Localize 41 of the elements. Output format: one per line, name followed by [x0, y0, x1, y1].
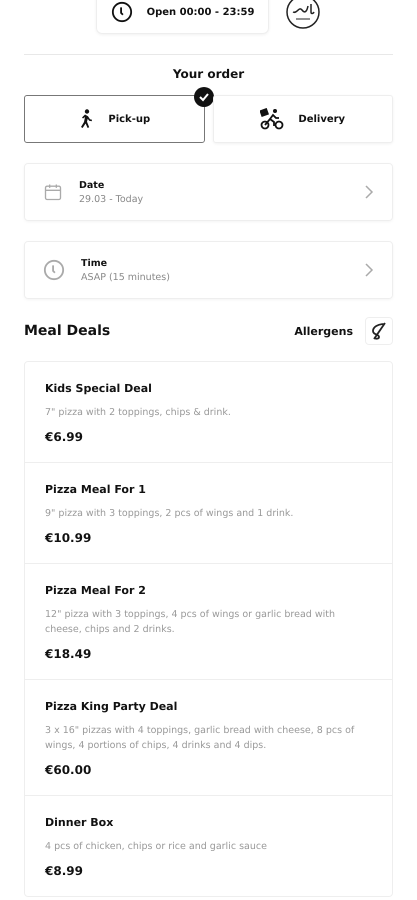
picker-value: ASAP (15 minutes) — [81, 272, 171, 282]
deal-price: €8.99 — [45, 864, 84, 878]
deal-description: 12" pizza with 3 toppings, 4 pcs of wings or garlic bread with cheese, chips and 2 drinks. — [45, 608, 336, 637]
deal-item[interactable]: Dinner Box 4 pcs of chicken, chips or rice and garlic sauce €8.99 — [25, 795, 392, 896]
allergens-button[interactable] — [365, 317, 393, 345]
picker-value: 29.03 - Today — [79, 194, 144, 204]
deal-item[interactable]: Pizza King Party Deal 3 x 16" pizzas with 4 toppings, garlic bread with cheese, 8 pcs of wings, 4 portions of chips, 4 drinks and 4 dips. €60.00 — [25, 679, 392, 795]
order-mode-tab[interactable]: Delivery — [212, 95, 393, 143]
deal-name: Pizza Meal For 1 — [45, 483, 147, 496]
deal-price: €10.99 — [45, 531, 92, 545]
cyclist-icon — [260, 108, 284, 130]
order-mode-tab[interactable]: Pick-up — [24, 95, 204, 143]
calendar-icon — [43, 182, 63, 202]
deal-description: 9" pizza with 3 toppings, 2 pcs of wings and 1 drink. — [45, 507, 294, 521]
picker-row[interactable]: Time ASAP (15 minutes) — [24, 241, 393, 299]
deal-description: 7" pizza with 2 toppings, chips & drink. — [45, 406, 232, 420]
picker-label: Time — [81, 258, 108, 268]
clock-icon — [110, 1, 133, 23]
walking-person-icon — [78, 109, 94, 129]
picker-label: Date — [79, 180, 106, 190]
picker-row[interactable]: Date 29.03 - Today — [24, 163, 393, 221]
chevron-icon — [364, 184, 374, 200]
deal-name: Kids Special Deal — [45, 382, 153, 395]
allergens-label: Allergens — [294, 324, 353, 338]
deal-description: 3 x 16" pizzas with 4 toppings, garlic bread with cheese, 8 pcs of wings, 4 portions of chips, 4 drinks and 4 dips. — [45, 724, 356, 753]
deal-price: €6.99 — [45, 430, 84, 444]
check-icon — [194, 87, 214, 107]
category-title: Meal Deals — [24, 323, 112, 339]
deal-item[interactable]: Pizza Meal For 1 9" pizza with 3 toppings, 2 pcs of wings and 1 drink. €10.99 — [25, 462, 392, 563]
clock-icon — [43, 259, 65, 281]
chevron-icon — [364, 262, 374, 278]
deal-price: €18.49 — [45, 647, 92, 661]
opening-hours: Open 00:00 - 23:59 — [146, 6, 254, 18]
section-title: Your order — [172, 67, 246, 81]
deal-description: 4 pcs of chicken, chips or rice and garlic sauce — [45, 840, 268, 854]
deal-name: Dinner Box — [45, 816, 114, 829]
deal-name: Pizza King Party Deal — [45, 700, 178, 713]
deal-price: €60.00 — [45, 763, 92, 777]
deal-item[interactable]: Pizza Meal For 2 12" pizza with 3 toppings, 4 pcs of wings or garlic bread with cheese, chips and 2 drinks. €18.49 — [25, 563, 392, 679]
deal-name: Pizza Meal For 2 — [45, 584, 147, 597]
deal-item[interactable]: Kids Special Deal 7" pizza with 2 toppings, chips & drink. €6.99 — [25, 362, 392, 462]
